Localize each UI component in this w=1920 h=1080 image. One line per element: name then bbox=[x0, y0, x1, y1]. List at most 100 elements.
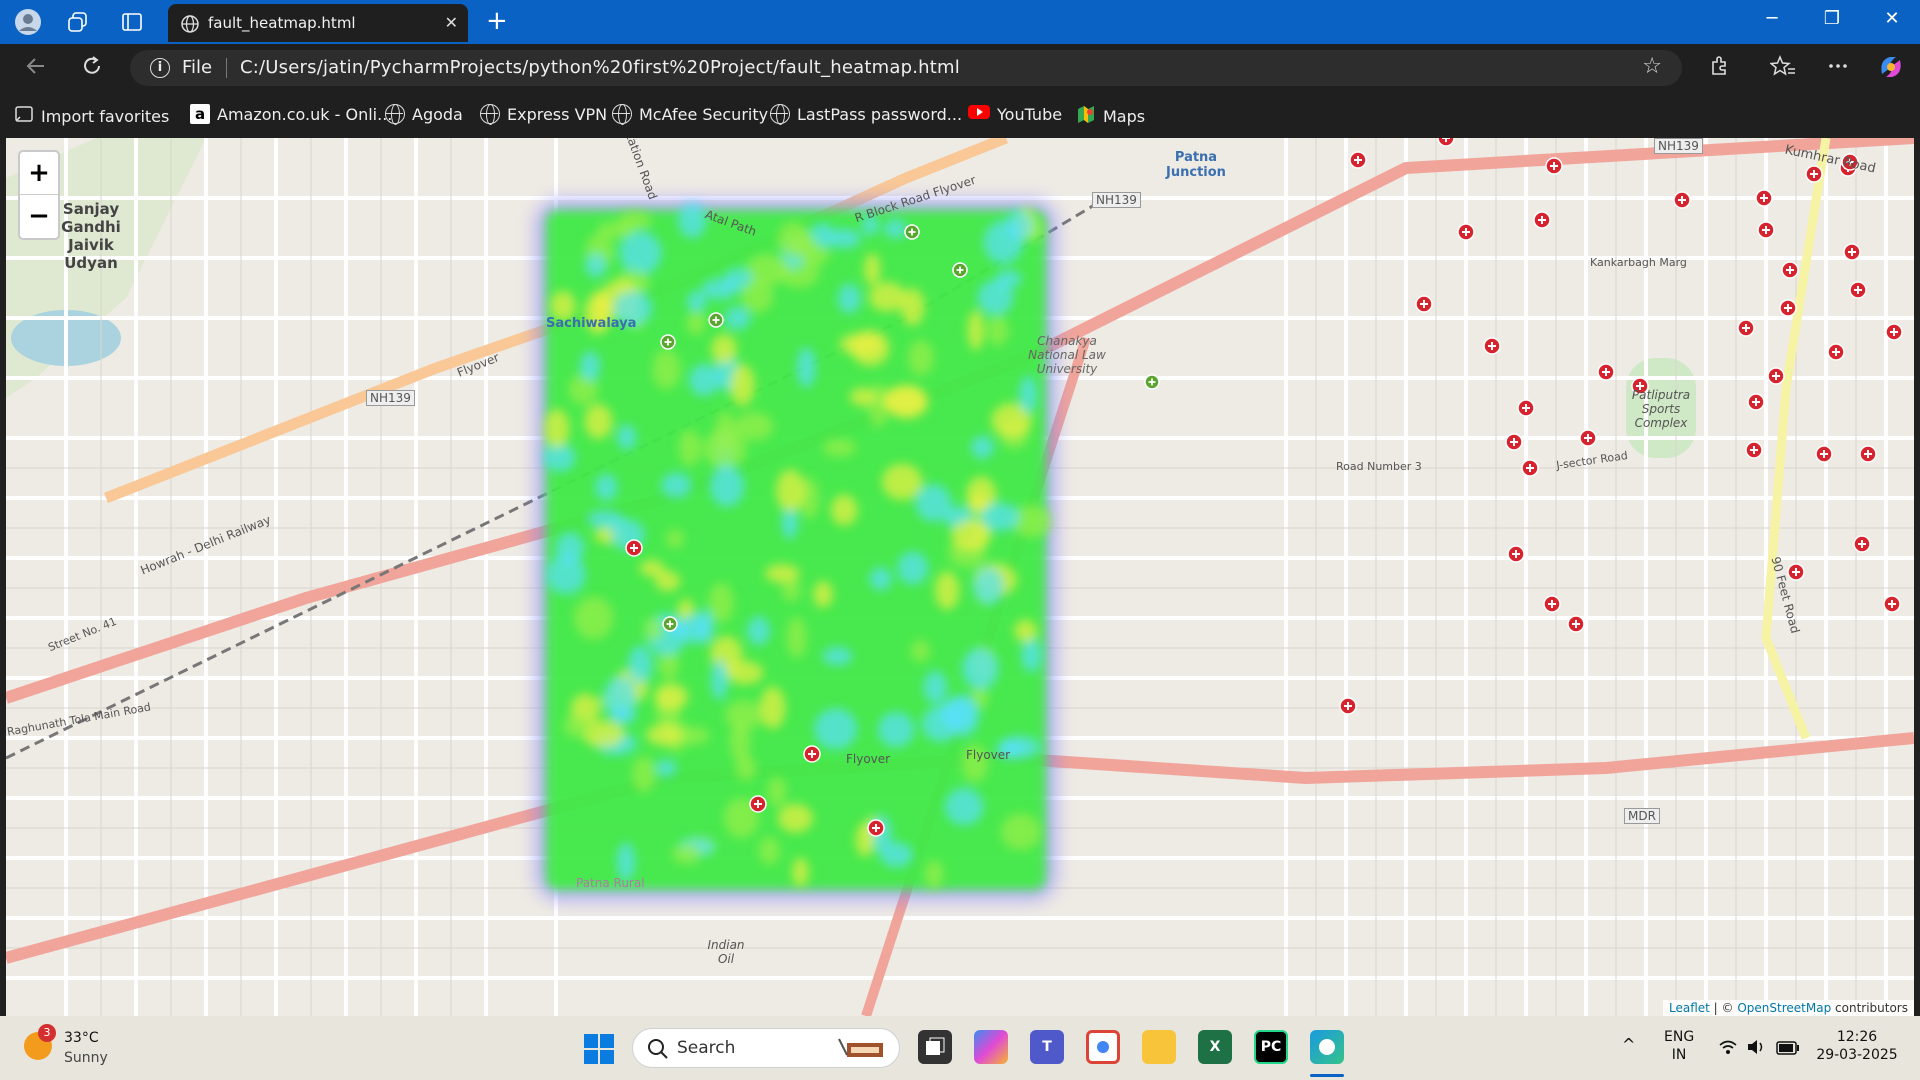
red-marker-icon[interactable] bbox=[1545, 157, 1563, 175]
tab-close-button[interactable]: ✕ bbox=[445, 13, 458, 32]
heatmap-spot bbox=[709, 466, 745, 507]
red-marker-icon[interactable] bbox=[1827, 343, 1845, 361]
pycharm-icon[interactable]: PC bbox=[1254, 1030, 1288, 1064]
leaflet-link[interactable]: Leaflet bbox=[1669, 1001, 1710, 1015]
red-marker-icon[interactable] bbox=[1815, 445, 1833, 463]
green-marker-icon[interactable] bbox=[904, 224, 920, 240]
back-arrow-icon[interactable] bbox=[24, 54, 48, 84]
refresh-icon[interactable] bbox=[80, 54, 104, 84]
red-marker-icon[interactable] bbox=[1673, 191, 1691, 209]
profile-icon[interactable] bbox=[12, 6, 44, 38]
restore-button[interactable]: ❐ bbox=[1812, 8, 1852, 29]
bookmark-maps[interactable]: Maps bbox=[1076, 104, 1145, 128]
openstreetmap-link[interactable]: OpenStreetMap bbox=[1737, 1001, 1831, 1015]
red-marker-icon[interactable] bbox=[1745, 441, 1763, 459]
wifi-icon[interactable] bbox=[1718, 1038, 1738, 1060]
heatmap-spot bbox=[724, 306, 751, 330]
favorite-star-icon[interactable]: ☆ bbox=[1642, 54, 1662, 79]
red-marker-icon[interactable] bbox=[1767, 367, 1785, 385]
close-window-button[interactable]: ✕ bbox=[1872, 8, 1912, 29]
red-marker-icon[interactable] bbox=[867, 819, 885, 837]
red-marker-icon[interactable] bbox=[1483, 337, 1501, 355]
red-marker-icon[interactable] bbox=[1521, 459, 1539, 477]
minimize-button[interactable]: ─ bbox=[1752, 8, 1792, 29]
windows-start-icon[interactable] bbox=[584, 1034, 614, 1068]
green-marker-icon[interactable] bbox=[1144, 374, 1160, 390]
red-marker-icon[interactable] bbox=[1437, 138, 1455, 147]
tab-fault-heatmap[interactable]: fault_heatmap.html ✕ bbox=[168, 4, 468, 42]
tab-actions-icon[interactable] bbox=[116, 6, 148, 38]
teams-icon[interactable]: T bbox=[1030, 1030, 1064, 1064]
show-hidden-icons-chevron[interactable]: ^ bbox=[1622, 1036, 1635, 1054]
green-marker-icon[interactable] bbox=[660, 334, 676, 350]
language-indicator[interactable]: ENG IN bbox=[1664, 1028, 1694, 1064]
red-marker-icon[interactable] bbox=[1543, 595, 1561, 613]
red-marker-icon[interactable] bbox=[1517, 399, 1535, 417]
edge-icon[interactable] bbox=[1310, 1030, 1344, 1064]
chrome-icon[interactable] bbox=[1086, 1030, 1120, 1064]
green-marker-icon[interactable] bbox=[662, 616, 678, 632]
taskbar-search[interactable]: Search bbox=[632, 1028, 900, 1068]
red-marker-icon[interactable] bbox=[1415, 295, 1433, 313]
address-bar[interactable]: i File C:/Users/jatin/PycharmProjects/py… bbox=[130, 50, 1682, 86]
bookmark-lastpass[interactable]: LastPass password... bbox=[770, 104, 962, 125]
file-explorer-icon[interactable] bbox=[1142, 1030, 1176, 1064]
copilot-icon[interactable] bbox=[1876, 52, 1906, 87]
red-marker-icon[interactable] bbox=[1757, 221, 1775, 239]
red-marker-icon[interactable] bbox=[625, 539, 643, 557]
bookmark-import-favorites[interactable]: Import favorites bbox=[14, 104, 169, 128]
red-marker-icon[interactable] bbox=[1853, 535, 1871, 553]
more-options-icon[interactable] bbox=[1826, 54, 1850, 83]
heatmap-spot bbox=[881, 463, 923, 500]
url-text[interactable]: C:/Users/jatin/PycharmProjects/python%20… bbox=[240, 57, 960, 78]
zoom-in-button[interactable]: + bbox=[20, 152, 58, 195]
bookmark-amazon[interactable]: a Amazon.co.uk - Onli... bbox=[190, 104, 392, 124]
red-marker-icon[interactable] bbox=[1779, 299, 1797, 317]
red-marker-icon[interactable] bbox=[1859, 445, 1877, 463]
excel-icon[interactable]: X bbox=[1198, 1030, 1232, 1064]
red-marker-icon[interactable] bbox=[1787, 563, 1805, 581]
red-marker-icon[interactable] bbox=[1567, 615, 1585, 633]
task-view-icon[interactable] bbox=[918, 1030, 952, 1064]
red-marker-icon[interactable] bbox=[1533, 211, 1551, 229]
address-separator bbox=[226, 58, 227, 78]
site-info-icon[interactable]: i bbox=[150, 58, 170, 78]
red-marker-icon[interactable] bbox=[1805, 165, 1823, 183]
red-marker-icon[interactable] bbox=[1579, 429, 1597, 447]
bookmark-mcafee[interactable]: McAfee Security bbox=[612, 104, 768, 125]
red-marker-icon[interactable] bbox=[803, 745, 821, 763]
red-marker-icon[interactable] bbox=[1883, 595, 1901, 613]
red-marker-icon[interactable] bbox=[1885, 323, 1903, 341]
red-marker-icon[interactable] bbox=[1505, 433, 1523, 451]
extensions-icon[interactable] bbox=[1708, 54, 1732, 83]
bookmark-youtube[interactable]: YouTube bbox=[968, 104, 1062, 124]
red-marker-icon[interactable] bbox=[1755, 189, 1773, 207]
green-marker-icon[interactable] bbox=[708, 312, 724, 328]
region-code: IN bbox=[1671, 1047, 1687, 1063]
favorites-icon[interactable] bbox=[1769, 54, 1796, 83]
red-marker-icon[interactable] bbox=[1781, 261, 1799, 279]
leaflet-map[interactable]: Sanjay Gandhi Jaivik Udyan Sachiwalaya P… bbox=[6, 138, 1914, 1016]
bookmark-agoda[interactable]: Agoda bbox=[385, 104, 463, 125]
red-marker-icon[interactable] bbox=[1747, 393, 1765, 411]
copilot-taskbar-icon[interactable] bbox=[974, 1030, 1008, 1064]
heatmap-spot bbox=[944, 787, 984, 826]
red-marker-icon[interactable] bbox=[1339, 697, 1357, 715]
red-marker-icon[interactable] bbox=[1597, 363, 1615, 381]
new-tab-button[interactable]: + bbox=[486, 6, 508, 36]
green-marker-icon[interactable] bbox=[952, 262, 968, 278]
bookmark-express-vpn[interactable]: Express VPN bbox=[480, 104, 607, 125]
workspaces-icon[interactable] bbox=[62, 6, 94, 38]
red-marker-icon[interactable] bbox=[1457, 223, 1475, 241]
red-marker-icon[interactable] bbox=[1349, 151, 1367, 169]
red-marker-icon[interactable] bbox=[749, 795, 767, 813]
battery-icon[interactable] bbox=[1776, 1040, 1800, 1059]
red-marker-icon[interactable] bbox=[1737, 319, 1755, 337]
clock[interactable]: 12:26 29-03-2025 bbox=[1812, 1028, 1902, 1064]
zoom-out-button[interactable]: − bbox=[20, 195, 58, 238]
red-marker-icon[interactable] bbox=[1849, 281, 1867, 299]
volume-icon[interactable] bbox=[1746, 1038, 1766, 1060]
red-marker-icon[interactable] bbox=[1843, 243, 1861, 261]
red-marker-icon[interactable] bbox=[1507, 545, 1525, 563]
heatmap-spot bbox=[962, 647, 999, 690]
